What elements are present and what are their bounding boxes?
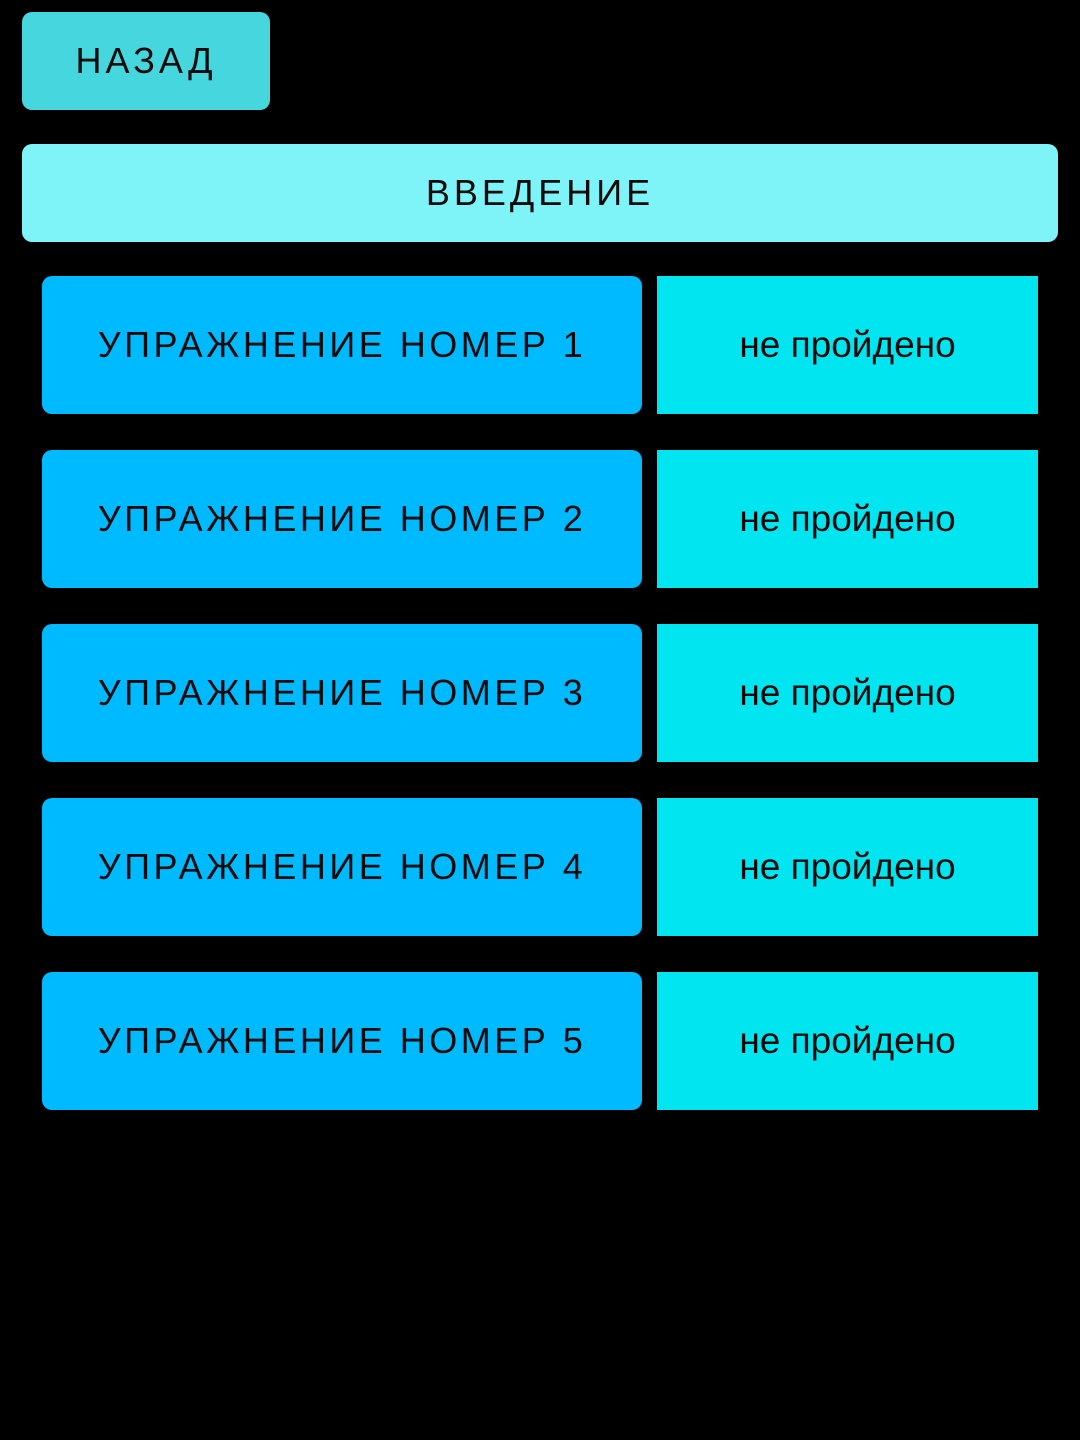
back-button[interactable]: НАЗАД <box>22 12 270 110</box>
exercise-3-label: УПРАЖНЕНИЕ НОМЕР 3 <box>97 672 587 713</box>
intro-button[interactable]: ВВЕДЕНИЕ <box>22 144 1058 242</box>
exercise-2-status-text: не пройдено <box>739 498 956 539</box>
exercise-3-status-text: не пройдено <box>739 672 956 713</box>
exercise-5-status: не пройдено <box>657 972 1038 1110</box>
intro-button-label: ВВЕДЕНИЕ <box>425 172 655 213</box>
exercise-row-4: УПРАЖНЕНИЕ НОМЕР 4 не пройдено <box>42 798 1038 936</box>
exercise-menu-screen: НАЗАД ВВЕДЕНИЕ УПРАЖНЕНИЕ НОМЕР 1 не про… <box>0 0 1080 1440</box>
exercise-row-1: УПРАЖНЕНИЕ НОМЕР 1 не пройдено <box>42 276 1038 414</box>
exercise-row-5: УПРАЖНЕНИЕ НОМЕР 5 не пройдено <box>42 972 1038 1110</box>
exercise-1-status-text: не пройдено <box>739 324 956 365</box>
exercise-1-label: УПРАЖНЕНИЕ НОМЕР 1 <box>97 324 587 365</box>
exercise-2-status: не пройдено <box>657 450 1038 588</box>
exercise-row-3: УПРАЖНЕНИЕ НОМЕР 3 не пройдено <box>42 624 1038 762</box>
exercise-1-button[interactable]: УПРАЖНЕНИЕ НОМЕР 1 <box>42 276 642 414</box>
exercise-4-status-text: не пройдено <box>739 846 956 887</box>
exercise-4-label: УПРАЖНЕНИЕ НОМЕР 4 <box>97 846 587 887</box>
exercise-3-button[interactable]: УПРАЖНЕНИЕ НОМЕР 3 <box>42 624 642 762</box>
back-button-label: НАЗАД <box>75 40 217 81</box>
exercise-row-2: УПРАЖНЕНИЕ НОМЕР 2 не пройдено <box>42 450 1038 588</box>
exercise-5-button[interactable]: УПРАЖНЕНИЕ НОМЕР 5 <box>42 972 642 1110</box>
exercise-1-status: не пройдено <box>657 276 1038 414</box>
exercise-2-button[interactable]: УПРАЖНЕНИЕ НОМЕР 2 <box>42 450 642 588</box>
exercise-list: УПРАЖНЕНИЕ НОМЕР 1 не пройдено УПРАЖНЕНИ… <box>42 276 1038 1146</box>
exercise-2-label: УПРАЖНЕНИЕ НОМЕР 2 <box>97 498 587 539</box>
exercise-5-status-text: не пройдено <box>739 1020 956 1061</box>
exercise-4-status: не пройдено <box>657 798 1038 936</box>
exercise-3-status: не пройдено <box>657 624 1038 762</box>
exercise-5-label: УПРАЖНЕНИЕ НОМЕР 5 <box>97 1020 587 1061</box>
exercise-4-button[interactable]: УПРАЖНЕНИЕ НОМЕР 4 <box>42 798 642 936</box>
